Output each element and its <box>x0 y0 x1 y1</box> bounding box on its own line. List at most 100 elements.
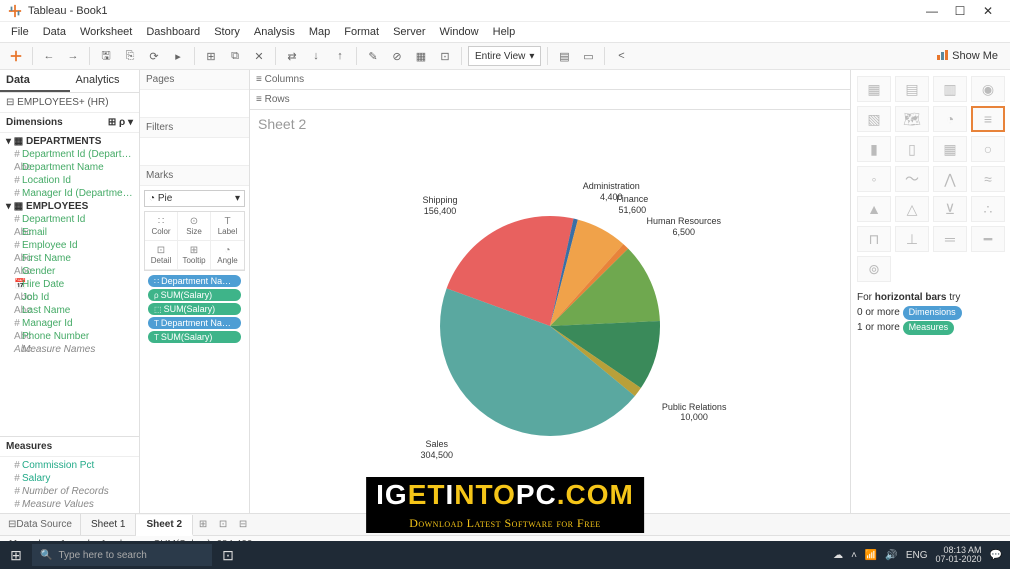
tray-language[interactable]: ENG <box>906 550 928 561</box>
viz-gantt[interactable]: ═ <box>933 226 967 252</box>
start-button[interactable]: ⊞ <box>0 547 32 564</box>
viz-map[interactable]: 🗺 <box>895 106 929 132</box>
menu-story[interactable]: Story <box>207 24 247 40</box>
duplicate-icon[interactable]: ⧉ <box>225 46 245 66</box>
field[interactable]: AbcEmail <box>0 226 139 239</box>
tray-notifications-icon[interactable]: 💬 <box>990 550 1002 561</box>
sort-asc-icon[interactable]: ↓ <box>306 46 326 66</box>
search-field-icon[interactable]: ⊞ ρ ▾ <box>108 117 133 128</box>
field[interactable]: #Department Id <box>0 213 139 226</box>
menu-map[interactable]: Map <box>302 24 337 40</box>
field[interactable]: AbcFirst Name <box>0 252 139 265</box>
viz-symbol-map[interactable]: ◉ <box>971 76 1005 102</box>
menu-data[interactable]: Data <box>36 24 73 40</box>
viz-box[interactable]: ⊥ <box>895 226 929 252</box>
field-measure[interactable]: #Salary <box>0 472 139 485</box>
marks-label[interactable]: TLabel <box>211 212 244 241</box>
taskbar-search[interactable]: 🔍 Type here to search <box>32 544 212 566</box>
viz-hbar[interactable]: ≡ <box>971 106 1005 132</box>
pill-dimension[interactable]: TDepartment Na… <box>148 317 241 329</box>
data-source-name[interactable]: ⊟ EMPLOYEES+ (HR) <box>0 93 139 113</box>
field[interactable]: #Location Id <box>0 174 139 187</box>
tray-chevron-up-icon[interactable]: ˄ <box>851 550 857 561</box>
marks-size[interactable]: ⊙Size <box>178 212 211 241</box>
show-cards-icon[interactable]: ▤ <box>554 46 574 66</box>
group-icon[interactable]: ⊘ <box>387 46 407 66</box>
taskbar-clock[interactable]: 08:13 AM 07-01-2020 <box>936 546 982 564</box>
new-dashboard-icon[interactable]: ⊡ <box>213 519 233 530</box>
highlight-icon[interactable]: ✎ <box>363 46 383 66</box>
viz-filled-map[interactable]: ▧ <box>857 106 891 132</box>
new-story-icon[interactable]: ⊟ <box>233 519 253 530</box>
menu-server[interactable]: Server <box>386 24 432 40</box>
viz-pie[interactable]: ◔ <box>933 106 967 132</box>
viz-highlight-table[interactable]: ▥ <box>933 76 967 102</box>
viz-heatmap[interactable]: ▤ <box>895 76 929 102</box>
task-view-icon[interactable]: ⊡ <box>212 547 244 564</box>
menu-dashboard[interactable]: Dashboard <box>139 24 207 40</box>
field-measure[interactable]: #Number of Records <box>0 485 139 498</box>
share-icon[interactable]: < <box>611 46 631 66</box>
field[interactable]: #Employee Id <box>0 239 139 252</box>
sort-desc-icon[interactable]: ↑ <box>330 46 350 66</box>
redo-icon[interactable]: → <box>63 46 83 66</box>
tray-onedrive-icon[interactable]: ☁ <box>833 550 843 561</box>
field[interactable]: AbcLast Name <box>0 304 139 317</box>
marks-tooltip[interactable]: ⊞Tooltip <box>178 241 211 270</box>
menu-file[interactable]: File <box>4 24 36 40</box>
viz-side-bar[interactable]: ▯ <box>895 136 929 162</box>
viz-scatter[interactable]: ∴ <box>971 196 1005 222</box>
menu-worksheet[interactable]: Worksheet <box>73 24 139 40</box>
pill-dimension[interactable]: ∷Department Na… <box>148 275 241 287</box>
close-button[interactable]: ✕ <box>974 1 1002 21</box>
save-icon[interactable]: 🖫 <box>96 46 116 66</box>
viz-histogram[interactable]: ⊓ <box>857 226 891 252</box>
viz-packed-bubble[interactable]: ⊚ <box>857 256 891 282</box>
viz-text-table[interactable]: ▦ <box>857 76 891 102</box>
table-departments[interactable]: ▾ ▦ DEPARTMENTS <box>0 135 139 148</box>
field-measure[interactable]: #Commission Pct <box>0 459 139 472</box>
menu-help[interactable]: Help <box>486 24 523 40</box>
new-data-icon[interactable]: ⎘ <box>120 46 140 66</box>
sheet-title[interactable]: Sheet 2 <box>250 110 850 138</box>
columns-shelf[interactable]: ≡ Columns <box>250 70 850 90</box>
viz-bullet[interactable]: ━ <box>971 226 1005 252</box>
pill-measure[interactable]: ρSUM(Salary) <box>148 289 241 301</box>
marks-color[interactable]: ∷Color <box>145 212 178 241</box>
viz-dual-line[interactable]: ≈ <box>971 166 1005 192</box>
field[interactable]: AbcGender <box>0 265 139 278</box>
field[interactable]: 📅Hire Date <box>0 278 139 291</box>
new-worksheet-icon[interactable]: ⊞ <box>201 46 221 66</box>
tab-analytics[interactable]: Analytics <box>70 70 140 92</box>
field[interactable]: AbcPhone Number <box>0 330 139 343</box>
menu-analysis[interactable]: Analysis <box>247 24 302 40</box>
pie-chart[interactable]: Shipping156,400Administration4,400Financ… <box>250 138 850 513</box>
tableau-logo-icon[interactable] <box>6 46 26 66</box>
viz-circle[interactable]: ○ <box>971 136 1005 162</box>
tray-volume-icon[interactable]: 🔊 <box>885 550 897 561</box>
auto-update-icon[interactable]: ⟳ <box>144 46 164 66</box>
field[interactable]: #Manager Id (Departments) <box>0 187 139 200</box>
viz-area[interactable]: ▲ <box>857 196 891 222</box>
tab-data[interactable]: Data <box>0 70 70 92</box>
pages-shelf[interactable] <box>140 90 249 118</box>
tab-sheet1[interactable]: Sheet 1 <box>81 514 136 535</box>
field[interactable]: AbcJob Id <box>0 291 139 304</box>
field[interactable]: #Manager Id <box>0 317 139 330</box>
table-employees[interactable]: ▾ ▦ EMPLOYEES <box>0 200 139 213</box>
field[interactable]: #Department Id (Departm… <box>0 148 139 161</box>
viz-area-disc[interactable]: △ <box>895 196 929 222</box>
tray-network-icon[interactable]: 📶 <box>865 550 877 561</box>
show-me-button[interactable]: Show Me <box>930 47 1004 66</box>
viz-line-cont[interactable]: 〜 <box>895 166 929 192</box>
marks-detail[interactable]: ⊡Detail <box>145 241 178 270</box>
viz-stacked-bar[interactable]: ▮ <box>857 136 891 162</box>
menu-format[interactable]: Format <box>337 24 386 40</box>
fix-axes-icon[interactable]: ⊡ <box>435 46 455 66</box>
mark-type-select[interactable]: ◔ Pie ▾ <box>144 190 245 207</box>
presentation-icon[interactable]: ▭ <box>578 46 598 66</box>
new-sheet-icon[interactable]: ⊞ <box>193 519 213 530</box>
menu-window[interactable]: Window <box>433 24 486 40</box>
swap-icon[interactable]: ⇄ <box>282 46 302 66</box>
marks-angle[interactable]: ◔Angle <box>211 241 244 270</box>
